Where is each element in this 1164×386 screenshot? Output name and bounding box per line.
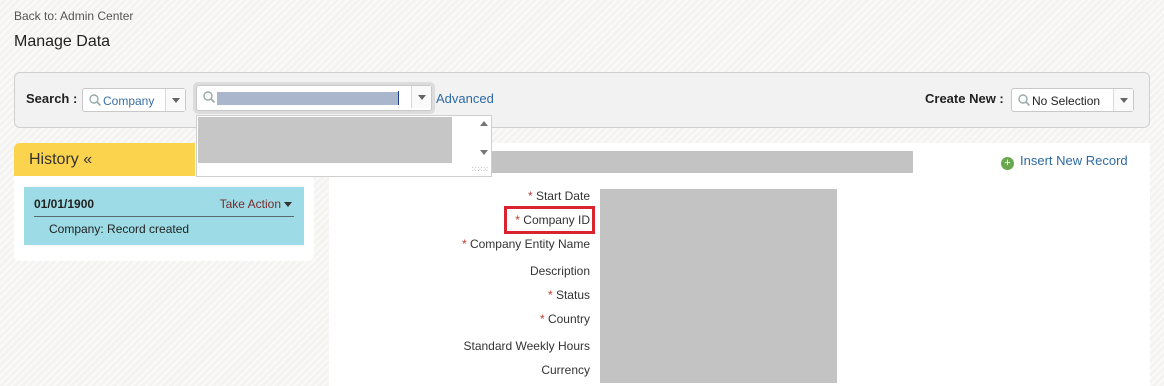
history-entry-card: 01/01/1900 Take Action Company: Record c… (24, 187, 304, 245)
history-divider (34, 216, 294, 217)
search-value-combo[interactable] (196, 85, 432, 111)
caret-down-icon (284, 202, 292, 208)
chevron-down-icon (417, 94, 426, 100)
field-label-start-date: * Start Date (528, 189, 590, 203)
field-label-status: * Status (548, 288, 590, 302)
record-panel: + Insert New Record * Start Date * Compan… (329, 143, 1150, 386)
search-value-focus-ring (193, 82, 435, 114)
text-caret (398, 91, 399, 105)
search-type-value: Company (103, 94, 155, 108)
search-icon (89, 94, 102, 107)
search-label: Search : (26, 91, 78, 106)
field-label-company-entity-name: * Company Entity Name (462, 237, 590, 251)
required-marker: * (461, 237, 467, 251)
back-link[interactable]: Back to: Admin Center (14, 9, 133, 23)
scroll-up-icon[interactable] (480, 121, 488, 126)
history-entry-text: Company: Record created (49, 222, 190, 236)
search-suggestions-dropdown[interactable]: ⁙⁙⁙ (196, 115, 492, 177)
history-tab[interactable]: History « (14, 143, 195, 176)
field-label-text: Company Entity Name (469, 237, 590, 251)
search-icon (203, 91, 216, 104)
required-marker: * (527, 189, 533, 203)
insert-new-record-label: Insert New Record (1020, 153, 1128, 168)
history-title: History « (29, 151, 93, 168)
field-values-area (600, 189, 837, 383)
create-new-value: No Selection (1032, 94, 1101, 108)
record-title (491, 151, 913, 173)
plus-circle-icon: + (1001, 157, 1014, 170)
field-label-text: Status (555, 288, 590, 302)
insert-new-record-link[interactable]: + Insert New Record (1001, 153, 1128, 170)
required-marker: * (547, 288, 553, 302)
search-type-combo[interactable]: Company (82, 88, 186, 112)
create-new-dropdown-button[interactable] (1113, 89, 1133, 111)
create-new-label: Create New : (925, 91, 1004, 106)
create-new-combo[interactable]: No Selection (1011, 88, 1134, 112)
field-label-currency: Currency (541, 363, 590, 377)
field-label-text: Start Date (535, 189, 590, 203)
required-marker: * (539, 312, 545, 326)
take-action-menu[interactable]: Take Action (220, 197, 292, 211)
company-id-highlight (504, 206, 595, 234)
field-label-description: Description (530, 264, 590, 278)
search-value-selection (217, 92, 399, 105)
field-label-text: Description (529, 264, 590, 278)
suggestion-list-item[interactable] (198, 117, 452, 163)
advanced-search-link[interactable]: Advanced (436, 91, 494, 106)
field-label-text: Standard Weekly Hours (463, 339, 590, 353)
field-label-country: * Country (540, 312, 590, 326)
field-label-text: Currency (541, 363, 590, 377)
history-entry-date: 01/01/1900 (34, 197, 95, 211)
field-label-text: Country (547, 312, 590, 326)
scroll-down-icon[interactable] (480, 150, 488, 155)
search-icon (1018, 94, 1031, 107)
chevron-down-icon (1119, 97, 1128, 103)
page-title: Manage Data (14, 33, 111, 50)
field-label-standard-weekly-hours: Standard Weekly Hours (463, 339, 590, 353)
chevron-down-icon (171, 97, 180, 103)
take-action-label: Take Action (219, 197, 281, 211)
search-type-dropdown-button[interactable] (165, 89, 185, 111)
search-value-dropdown-button[interactable] (411, 86, 431, 108)
search-bar: Search : Company Advanced Create New : N… (14, 72, 1150, 128)
resize-grip-icon[interactable]: ⁙⁙⁙ (471, 165, 489, 174)
